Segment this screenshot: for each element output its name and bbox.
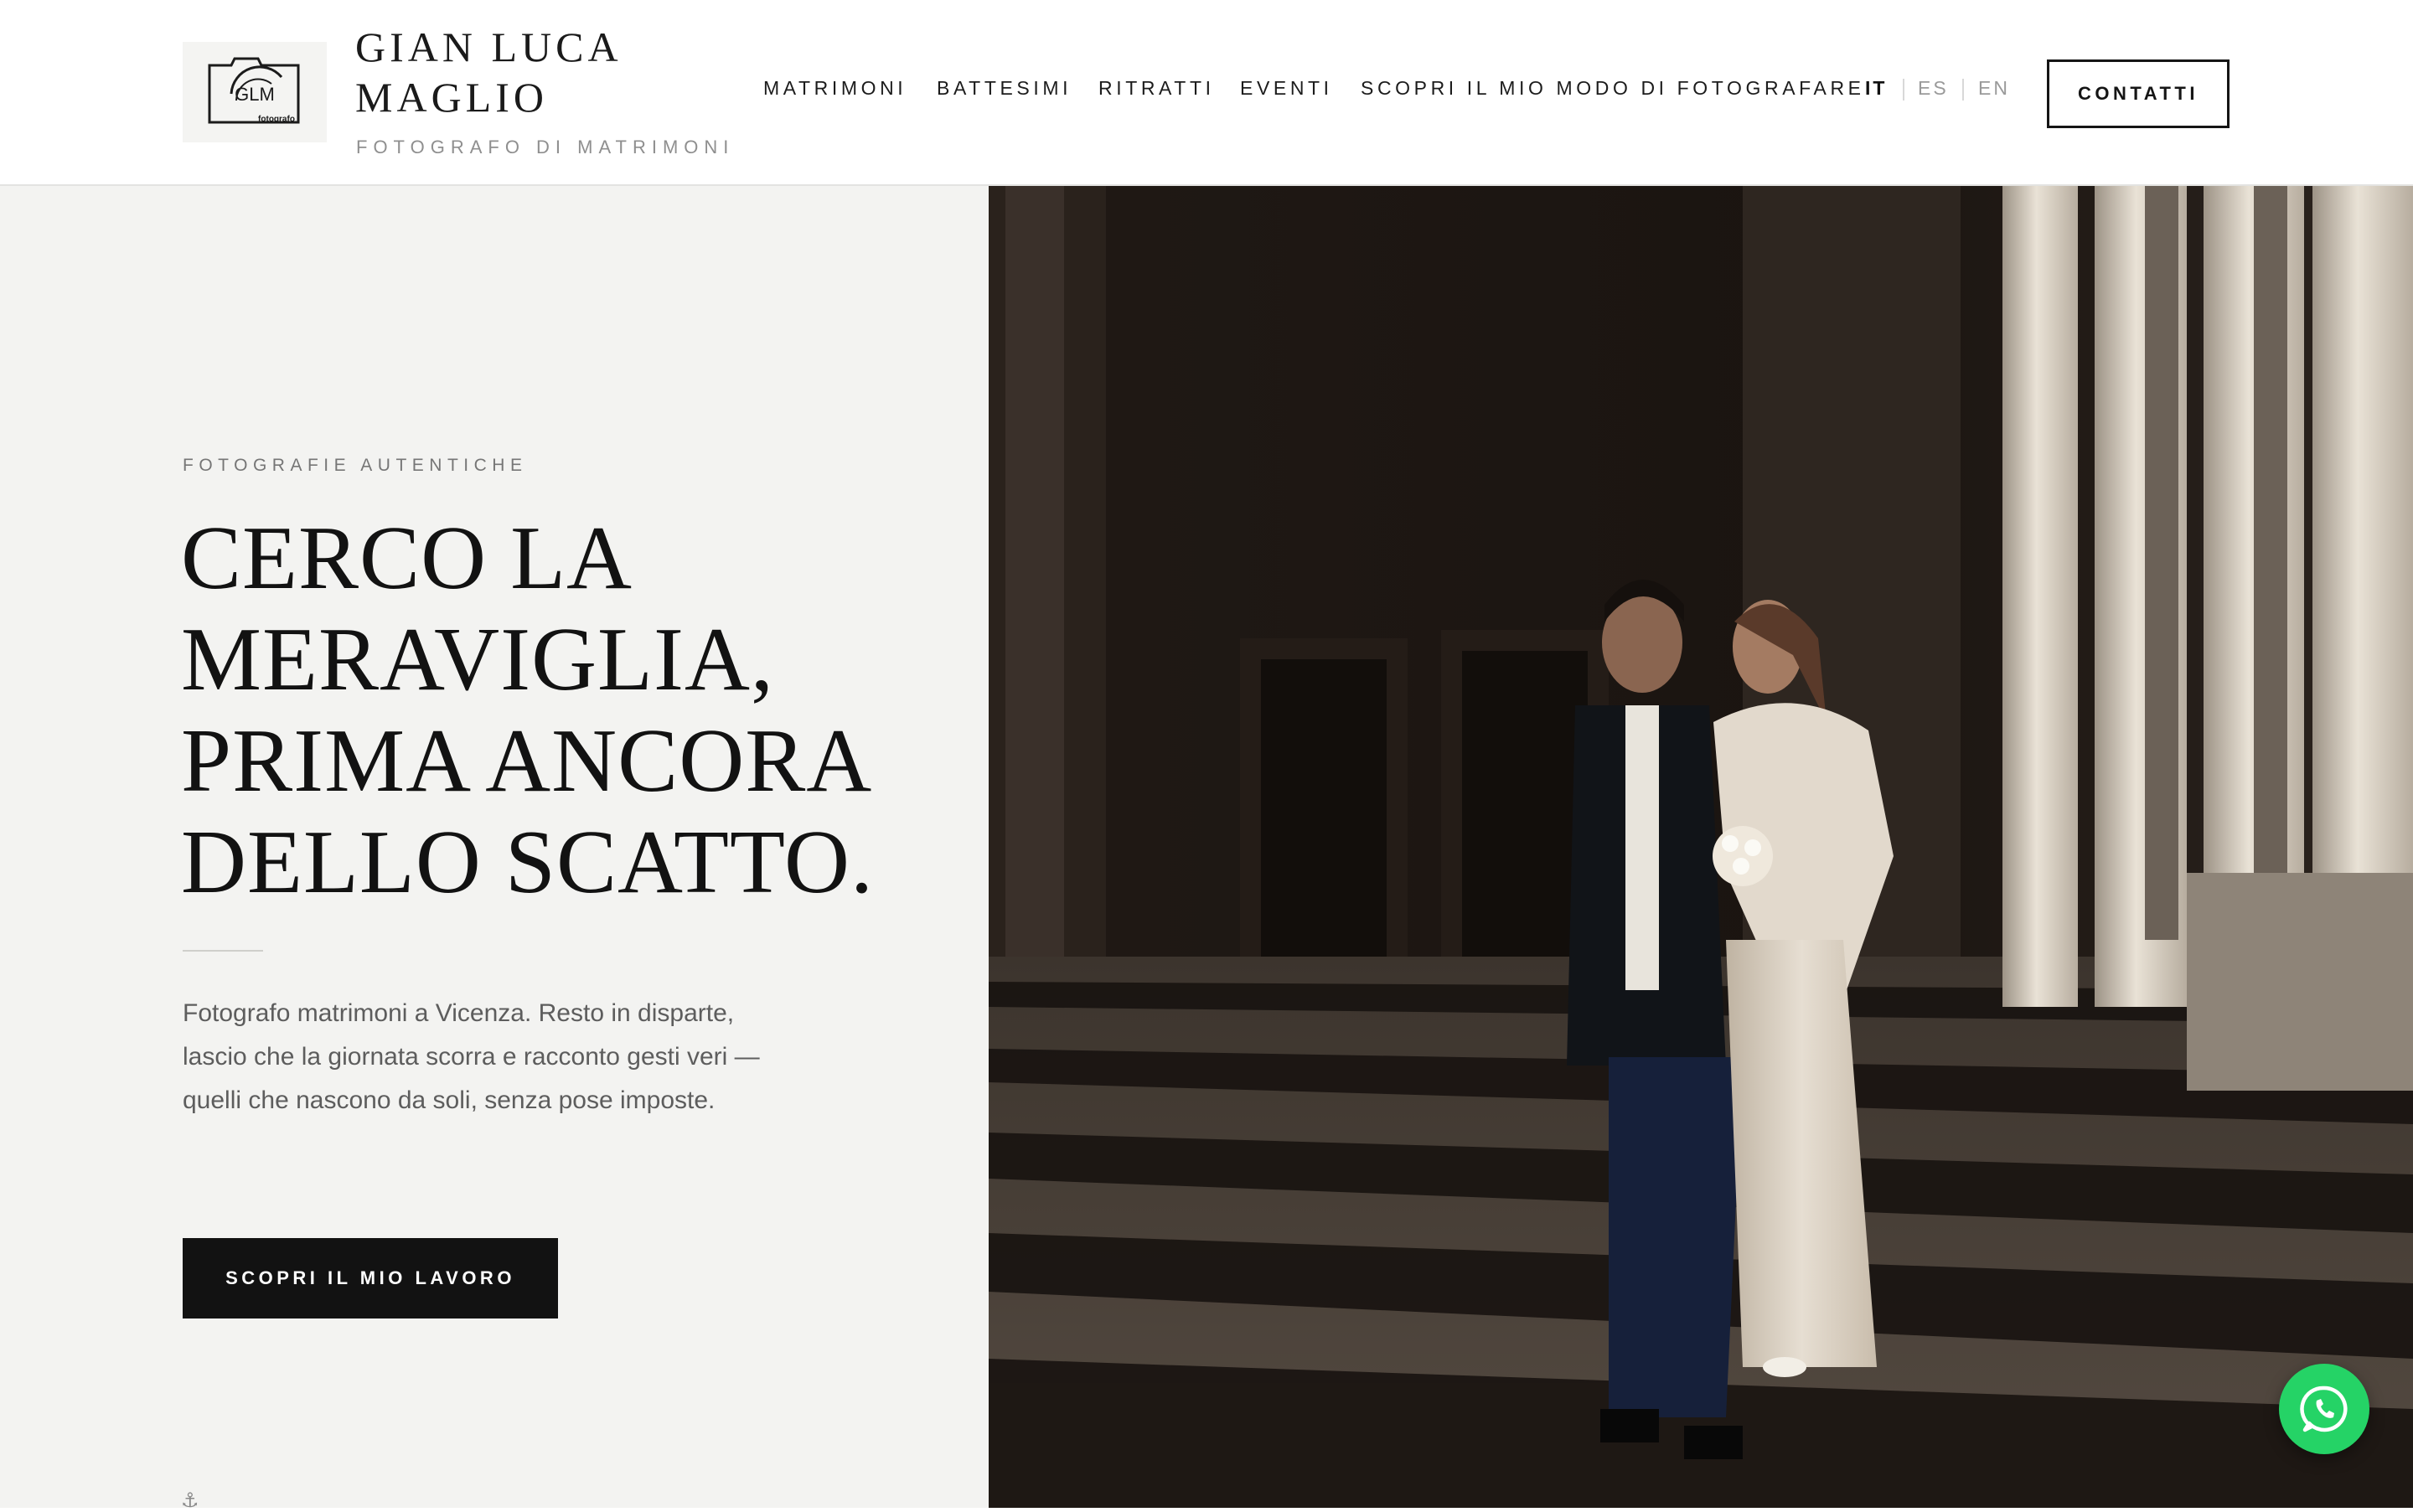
lang-divider xyxy=(1962,79,1964,101)
nav-item-ritratti[interactable]: RITRATTI xyxy=(1098,77,1215,100)
hero-photo xyxy=(989,186,2413,1508)
hero-divider xyxy=(183,950,263,952)
hero-intro: Fotografo matrimoni a Vicenza. Resto in … xyxy=(183,999,760,1114)
lang-es[interactable]: ES xyxy=(1918,77,1949,100)
discover-work-button[interactable]: SCOPRI IL MIO LAVORO xyxy=(183,1238,558,1318)
contact-button[interactable]: CONTATTI xyxy=(2047,59,2230,128)
hero-headline: CERCO LA MERAVIGLIA, PRIMA ANCORA DELLO … xyxy=(181,508,875,912)
hero-eyebrow: FOTOGRAFIE AUTENTICHE xyxy=(183,456,528,475)
site-header: GLM fotografo GIAN LUCA MAGLIO FOTOGRAFO… xyxy=(0,0,2413,186)
brand-tagline: FOTOGRAFO DI MATRIMONI xyxy=(356,137,735,157)
nav-item-scopri[interactable]: SCOPRI IL MIO MODO DI FOTOGRAFARE xyxy=(1361,77,1865,100)
nav-item-matrimoni[interactable]: MATRIMONI xyxy=(763,77,907,100)
whatsapp-icon xyxy=(2300,1386,2348,1432)
nav-item-eventi[interactable]: EVENTI xyxy=(1240,77,1333,100)
lang-divider xyxy=(1903,79,1904,101)
anchor-icon[interactable]: ⚓︎ xyxy=(181,1491,199,1511)
lang-en[interactable]: EN xyxy=(1978,77,2010,100)
whatsapp-button[interactable] xyxy=(2279,1364,2369,1454)
lang-it[interactable]: IT xyxy=(1865,77,1887,100)
nav-item-battesimi[interactable]: BATTESIMI xyxy=(937,77,1072,100)
brand-name[interactable]: GIAN LUCA MAGLIO xyxy=(355,22,690,122)
logo-sub: fotografo xyxy=(258,115,295,124)
